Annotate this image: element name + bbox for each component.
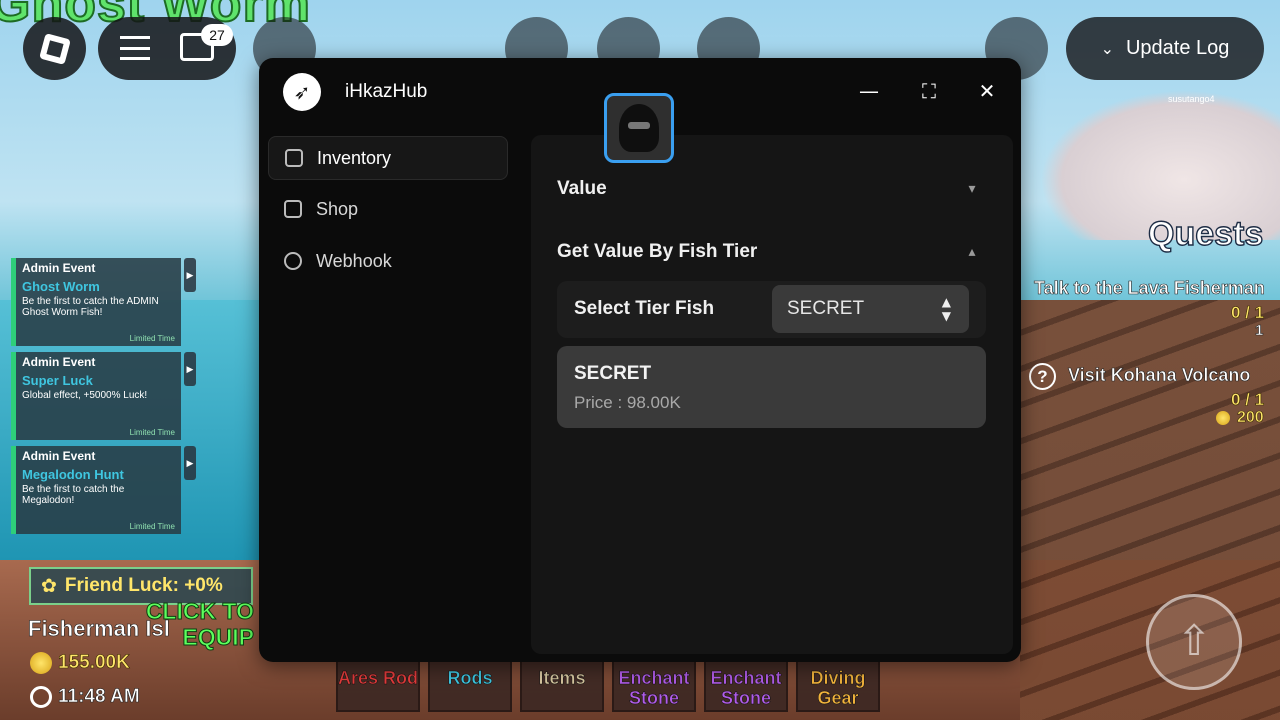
- up-down-chevron-icon: ▲ ▼: [941, 295, 951, 323]
- hotbar-slot[interactable]: Rods: [428, 660, 512, 712]
- event-limited-label: Limited Time: [129, 428, 175, 437]
- quest-progress: 0 / 1: [1231, 390, 1265, 410]
- chevron-down-icon: ⌄: [1100, 39, 1114, 58]
- tier-select-value: SECRET: [787, 298, 865, 319]
- quest-text: Visit Kohana Volcano: [1068, 365, 1251, 386]
- hub-logo-icon: ➶: [283, 73, 321, 111]
- tier-result-card: SECRET Price : 98.00K: [557, 346, 986, 428]
- store-icon: [284, 200, 302, 218]
- event-expand-arrow[interactable]: ▶: [184, 258, 196, 292]
- update-log-label: Update Log: [1125, 37, 1230, 59]
- hamburger-menu-icon[interactable]: [120, 36, 150, 60]
- roblox-logo-icon: [38, 32, 71, 65]
- chat-unread-badge: 27: [201, 24, 233, 46]
- game-time: 11:48 AM: [30, 686, 140, 708]
- roblox-menu-button[interactable]: [23, 17, 86, 80]
- update-log-button[interactable]: ⌄ Update Log: [1066, 17, 1264, 80]
- quest-progress: 0 / 1: [1231, 303, 1265, 323]
- hotbar-slot[interactable]: Enchant Stone: [612, 660, 696, 712]
- event-type: Admin Event: [22, 449, 96, 463]
- hub-title: iHkazHub: [345, 81, 428, 102]
- quests-title: Quests: [1147, 214, 1264, 253]
- webhook-icon: [284, 252, 302, 270]
- quest-reward: 1: [1255, 322, 1264, 340]
- coin-amount: 155.00K: [58, 652, 130, 674]
- coin-balance: 155.00K: [30, 652, 130, 674]
- sidebar-item-shop[interactable]: Shop: [268, 187, 508, 231]
- clover-icon: ✿: [41, 575, 57, 597]
- event-expand-arrow[interactable]: ▶: [184, 352, 196, 386]
- tier-section-title[interactable]: Get Value By Fish Tier: [557, 241, 757, 263]
- friend-luck-text: Friend Luck: +0%: [64, 575, 223, 596]
- game-time-value: 11:48 AM: [58, 686, 140, 708]
- quest-reward: 200: [1237, 409, 1264, 427]
- coin-icon: [1216, 411, 1230, 425]
- quest-help-icon[interactable]: ?: [1029, 363, 1056, 390]
- sidebar-item-label: Shop: [316, 198, 359, 219]
- user-avatar[interactable]: [604, 93, 674, 163]
- hotbar-slot[interactable]: Enchant Stone: [704, 660, 788, 712]
- value-section-title[interactable]: Value: [557, 178, 607, 200]
- event-type: Admin Event: [22, 261, 96, 275]
- coin-icon: [30, 652, 52, 674]
- close-icon[interactable]: ✕: [973, 77, 1001, 105]
- event-card[interactable]: Admin Event Ghost Worm Be the first to c…: [11, 258, 181, 346]
- event-limited-label: Limited Time: [129, 334, 175, 343]
- sidebar-item-inventory[interactable]: Inventory: [268, 136, 508, 180]
- ninja-hood-icon: [619, 104, 659, 152]
- click-to-equip-hint: CLICK TO EQUIP: [145, 598, 254, 651]
- event-card[interactable]: Admin Event Super Luck Global effect, +5…: [11, 352, 181, 440]
- event-card[interactable]: Admin Event Megalodon Hunt Be the first …: [11, 446, 181, 534]
- result-price: Price : 98.00K: [574, 393, 681, 412]
- chevron-up-icon[interactable]: ▴: [962, 242, 982, 262]
- event-description: Be the first to catch the ADMIN Ghost Wo…: [22, 296, 159, 318]
- event-name: Megalodon Hunt: [22, 467, 124, 482]
- player-name-tag: susutango4: [1168, 94, 1215, 104]
- jump-up-button[interactable]: ⇧: [1146, 594, 1242, 690]
- tier-select-label: Select Tier Fish: [574, 298, 715, 319]
- event-name: Ghost Worm: [22, 279, 100, 294]
- tier-select-dropdown[interactable]: SECRET ▲ ▼: [772, 285, 969, 333]
- chevron-down-icon[interactable]: ▾: [962, 179, 982, 199]
- backpack-icon: [285, 149, 303, 167]
- event-expand-arrow[interactable]: ▶: [184, 446, 196, 480]
- maximize-icon[interactable]: ⛶: [915, 77, 943, 105]
- quest-text: Talk to the Lava Fisherman: [1034, 278, 1265, 299]
- event-limited-label: Limited Time: [129, 522, 175, 531]
- event-type: Admin Event: [22, 355, 96, 369]
- sidebar-item-label: Inventory: [317, 147, 392, 168]
- result-tier-name: SECRET: [574, 363, 652, 384]
- hotbar-slot[interactable]: Diving Gear: [796, 660, 880, 712]
- event-description: Global effect, +5000% Luck!: [22, 390, 148, 401]
- hotbar-slot[interactable]: Items: [520, 660, 604, 712]
- sidebar-item-webhook[interactable]: Webhook: [268, 239, 508, 283]
- minimize-icon[interactable]: —: [855, 77, 883, 105]
- clock-icon: [30, 686, 52, 708]
- event-description: Be the first to catch the Megalodon!: [22, 484, 125, 506]
- event-name: Super Luck: [22, 373, 93, 388]
- sidebar-item-label: Webhook: [316, 250, 392, 271]
- hotbar-slot[interactable]: Ares Rod: [336, 660, 420, 712]
